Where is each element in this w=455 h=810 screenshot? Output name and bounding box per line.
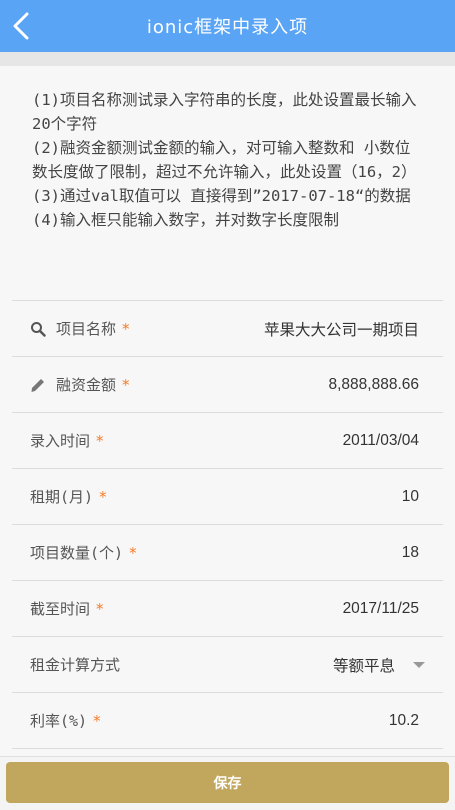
note-3: (3)通过val取值可以 直接得到”2017-07-18“的数据 xyxy=(32,187,411,205)
required-mark: * xyxy=(122,375,130,394)
interest-rate-label-wrap: 利率(%) * xyxy=(30,710,101,731)
entry-date-input[interactable]: 2011/03/04 xyxy=(343,432,419,450)
required-mark: * xyxy=(96,599,104,618)
page-title: ionic框架中录入项 xyxy=(146,17,309,38)
project-count-input[interactable]: 18 xyxy=(402,544,419,562)
back-button[interactable] xyxy=(6,8,36,44)
financing-amount-label-wrap: 融资金额 * xyxy=(30,374,130,395)
chevron-down-icon[interactable] xyxy=(413,661,425,668)
note-2: (2)融资金额测试金额的输入，对可输入整数和 小数位数长度做了限制，超过不允许输… xyxy=(32,139,417,181)
financing-amount-input[interactable]: 8,888,888.66 xyxy=(328,376,419,394)
project-count-label: 项目数量(个) xyxy=(30,544,124,562)
app-header: ionic框架中录入项 xyxy=(0,0,455,52)
rent-method-label-wrap: 租金计算方式 xyxy=(30,654,120,675)
deadline-label-wrap: 截至时间 * xyxy=(30,598,104,619)
chevron-left-icon xyxy=(13,12,29,40)
financing-amount-row[interactable]: 融资金额 * 8,888,888.66 xyxy=(12,356,443,412)
lease-term-row[interactable]: 租期(月) * 10 xyxy=(12,468,443,524)
project-name-input[interactable]: 苹果大大公司一期项目 xyxy=(264,318,419,340)
deadline-input[interactable]: 2017/11/25 xyxy=(343,600,419,618)
lease-term-input[interactable]: 10 xyxy=(402,488,419,506)
project-name-row[interactable]: 项目名称 * 苹果大大公司一期项目 xyxy=(12,300,443,356)
project-name-label-wrap: 项目名称 * xyxy=(30,318,130,339)
required-mark: * xyxy=(96,431,104,450)
entry-date-row[interactable]: 录入时间 * 2011/03/04 xyxy=(12,412,443,468)
rent-method-row[interactable]: 租金计算方式 等额平息 xyxy=(12,636,443,692)
footer-bar: 保存 xyxy=(0,756,455,810)
interest-rate-label: 利率(%) xyxy=(30,712,88,730)
project-count-label-wrap: 项目数量(个) * xyxy=(30,542,137,563)
required-mark: * xyxy=(93,711,101,730)
entry-date-label-wrap: 录入时间 * xyxy=(30,430,104,451)
form-bottom-border xyxy=(12,748,443,749)
interest-rate-input[interactable]: 10.2 xyxy=(389,712,419,730)
required-mark: * xyxy=(129,543,137,562)
required-mark: * xyxy=(122,319,130,338)
rent-method-label: 租金计算方式 xyxy=(30,656,121,674)
pencil-icon xyxy=(30,377,46,393)
lease-term-label: 租期(月) xyxy=(30,488,94,506)
interest-rate-row[interactable]: 利率(%) * 10.2 xyxy=(12,692,443,748)
search-icon xyxy=(30,321,46,337)
deadline-row[interactable]: 截至时间 * 2017/11/25 xyxy=(12,580,443,636)
note-4: (4)输入框只能输入数字，并对数字长度限制 xyxy=(32,211,339,229)
financing-amount-label: 融资金额 xyxy=(56,376,117,394)
note-1: (1)项目名称测试录入字符串的长度，此处设置最长输入20个字符 xyxy=(32,91,417,133)
instructions-text: (1)项目名称测试录入字符串的长度，此处设置最长输入20个字符 (2)融资金额测… xyxy=(32,88,422,232)
main-content[interactable]: (1)项目名称测试录入字符串的长度，此处设置最长输入20个字符 (2)融资金额测… xyxy=(0,66,455,756)
rent-method-select[interactable]: 等额平息 xyxy=(333,654,395,676)
deadline-label: 截至时间 xyxy=(30,600,91,618)
entry-date-label: 录入时间 xyxy=(30,432,91,450)
save-button[interactable]: 保存 xyxy=(6,762,449,803)
entry-form: 项目名称 * 苹果大大公司一期项目 融资金额 * 8,888,888.66 录入… xyxy=(12,300,443,749)
project-count-row[interactable]: 项目数量(个) * 18 xyxy=(12,524,443,580)
required-mark: * xyxy=(99,487,107,506)
project-name-label: 项目名称 xyxy=(56,320,117,338)
header-divider xyxy=(0,52,455,66)
lease-term-label-wrap: 租期(月) * xyxy=(30,486,107,507)
